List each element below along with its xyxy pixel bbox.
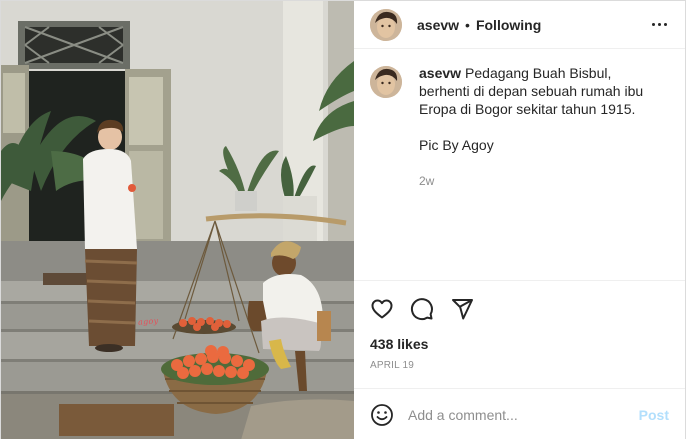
post-comment-button[interactable]: Post xyxy=(639,407,669,423)
photo-illustration xyxy=(1,1,354,439)
caption-time[interactable]: 2w xyxy=(419,172,659,190)
caption-row: asevw Pedagang Buah Bisbul, berhenti di d… xyxy=(370,64,669,190)
post-photo[interactable]: agoy xyxy=(1,1,354,439)
comment-bubble-icon[interactable] xyxy=(410,297,434,321)
likes-count[interactable]: 438 likes xyxy=(354,334,685,354)
add-comment-bar: Post xyxy=(354,388,685,439)
post-date[interactable]: APRIL 19 xyxy=(354,360,685,374)
header-separator: • xyxy=(465,16,470,33)
avatar-image xyxy=(370,8,402,41)
instagram-post: agoy asevw • Following asevw Pedagang Bu… xyxy=(0,0,686,439)
comment-input[interactable] xyxy=(408,406,639,423)
following-button[interactable]: Following xyxy=(476,17,541,33)
avatar-image xyxy=(370,66,402,98)
caption-credit: Pic By Agoy xyxy=(419,137,494,153)
caption-username[interactable]: asevw xyxy=(419,65,461,81)
photo-signature: agoy xyxy=(137,316,159,327)
emoji-icon[interactable] xyxy=(370,403,394,427)
action-bar xyxy=(354,280,685,336)
paper-plane-icon[interactable] xyxy=(450,297,474,321)
post-sidebar: asevw • Following asevw Pedagang Buah Bi… xyxy=(354,1,685,439)
heart-icon[interactable] xyxy=(370,297,394,321)
author-username[interactable]: asevw xyxy=(417,17,459,33)
caption: asevw Pedagang Buah Bisbul, berhenti di d… xyxy=(419,64,659,190)
more-options-icon[interactable] xyxy=(647,13,671,37)
caption-avatar[interactable] xyxy=(370,66,402,98)
author-avatar[interactable] xyxy=(370,8,402,41)
post-header: asevw • Following xyxy=(354,1,685,49)
comments-section: asevw Pedagang Buah Bisbul, berhenti di d… xyxy=(354,49,685,280)
